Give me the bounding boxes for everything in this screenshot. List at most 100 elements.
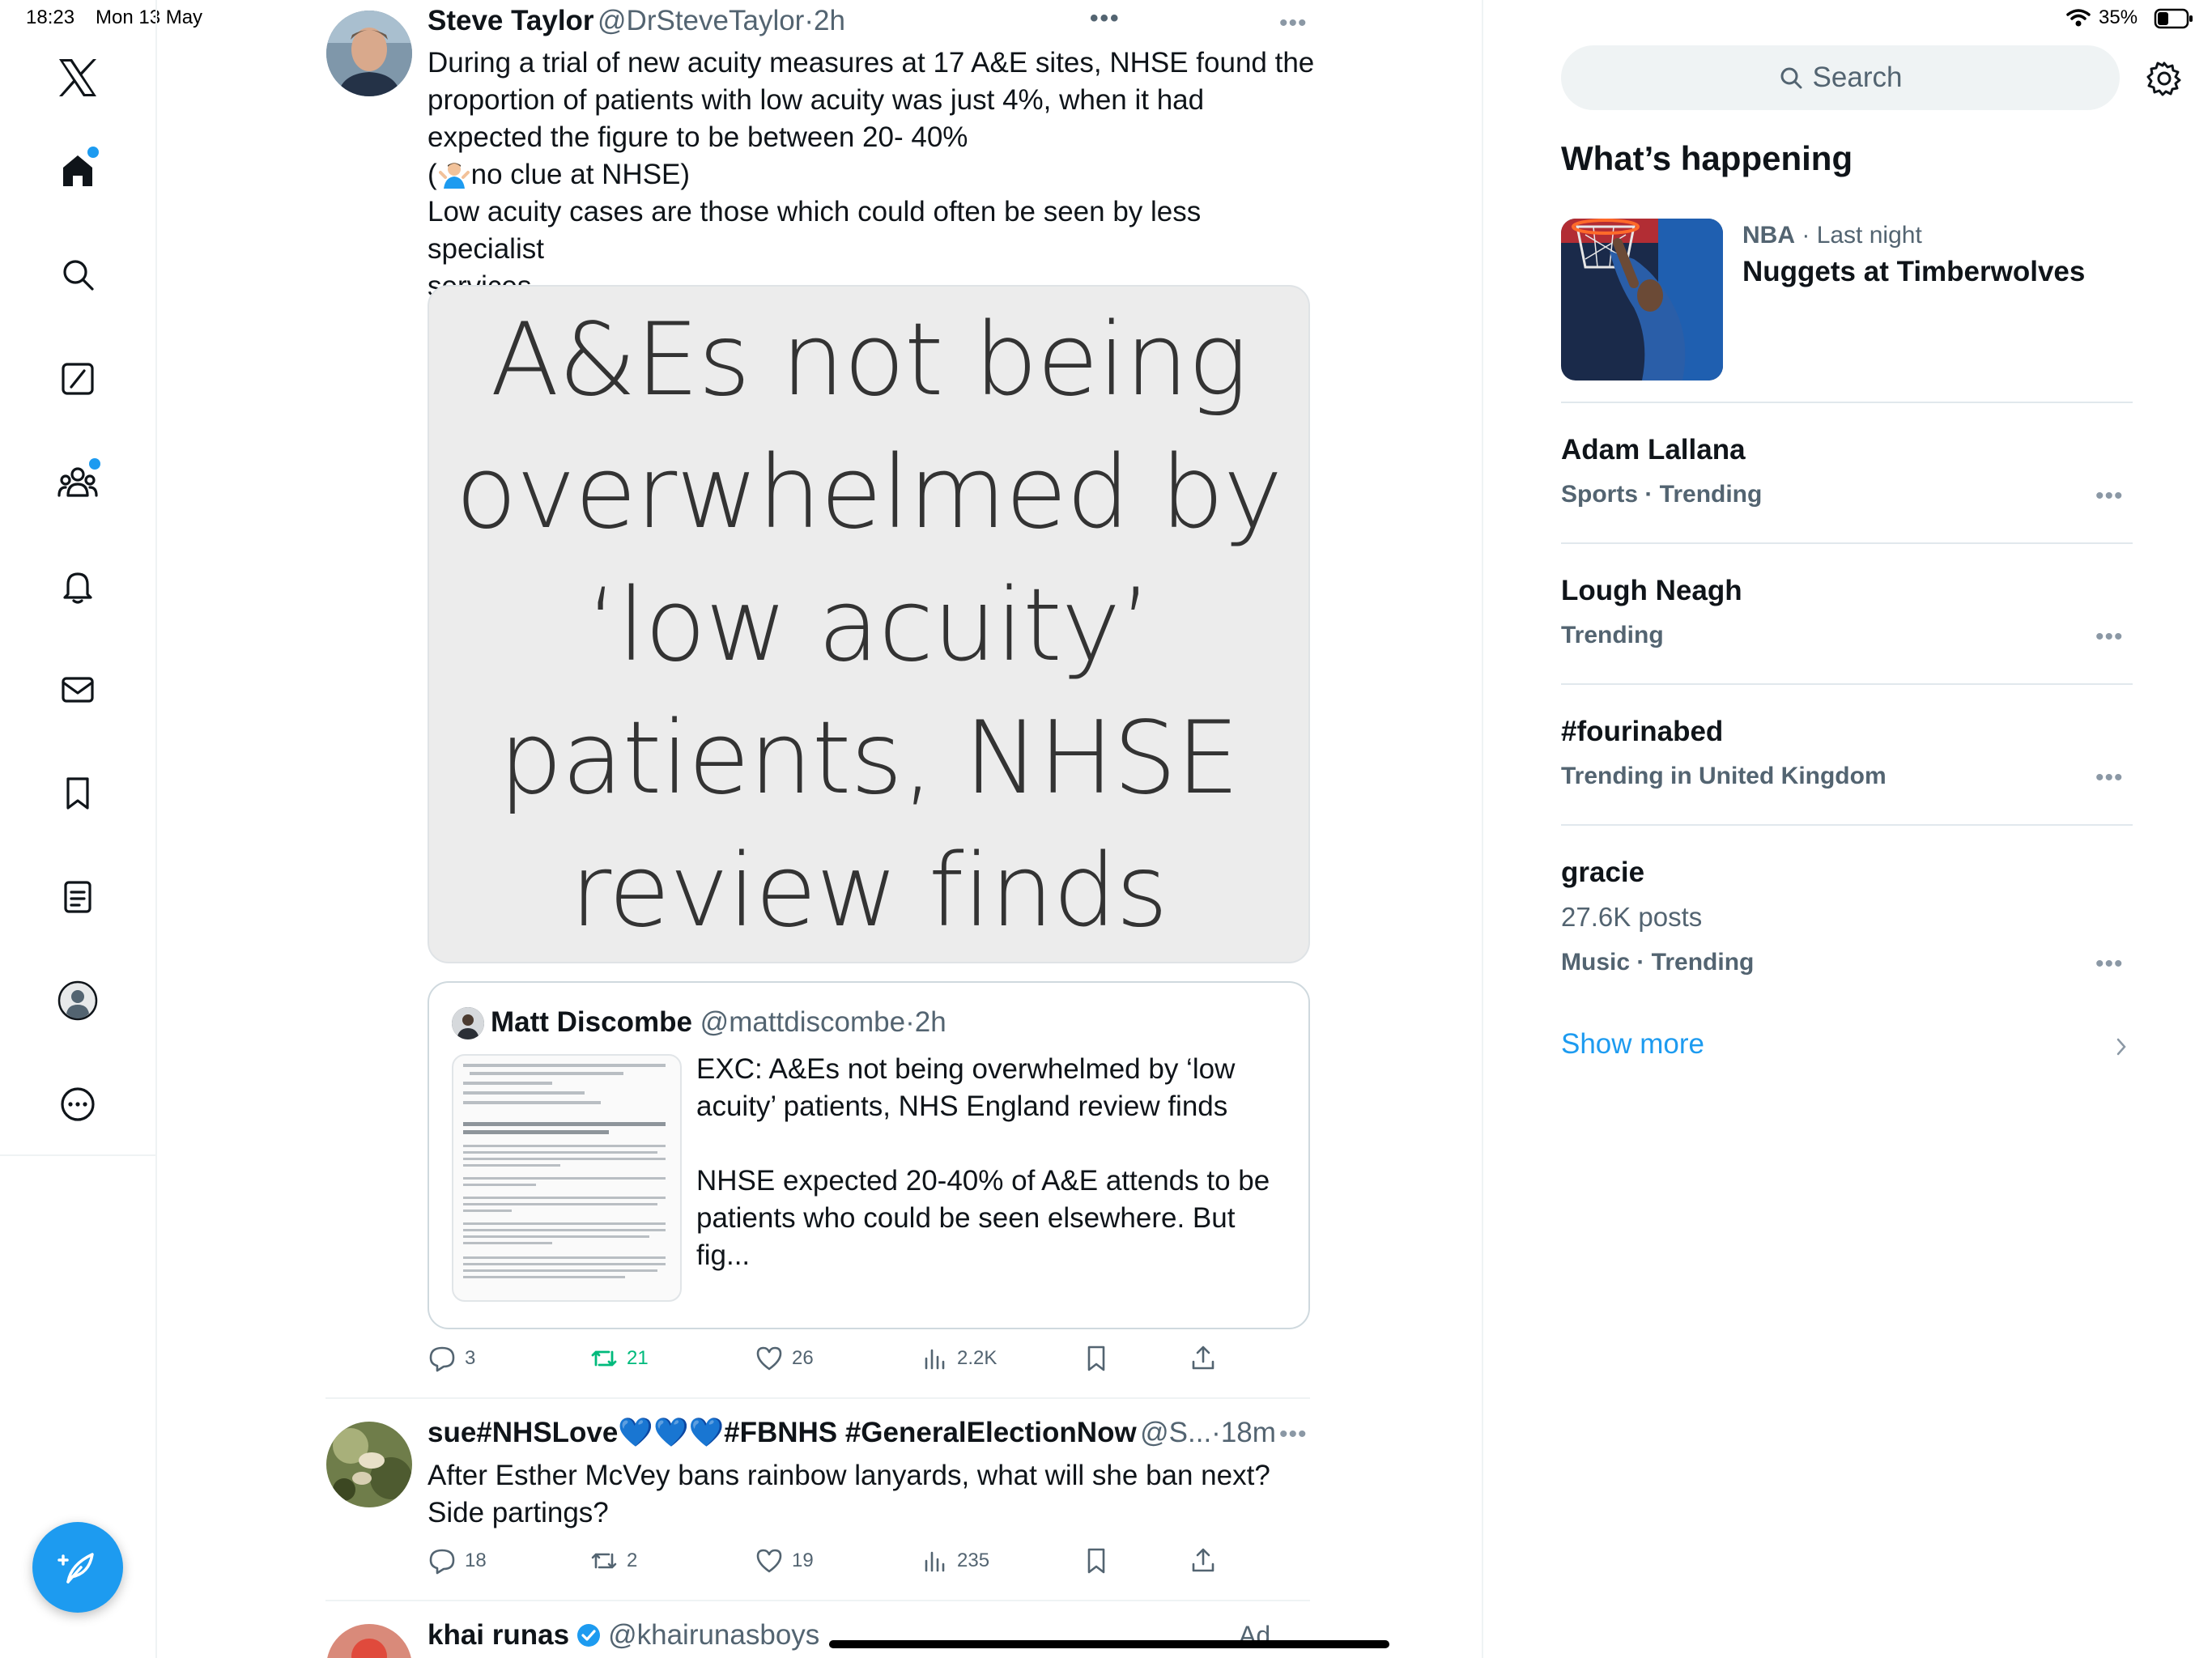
heart-icon <box>755 1546 784 1575</box>
mail-icon <box>58 670 97 709</box>
author-handle[interactable]: @DrSteveTaylor <box>598 5 804 36</box>
like-count: 26 <box>792 1347 814 1369</box>
bookmark-icon <box>1082 1344 1111 1373</box>
trend-more-button[interactable]: ••• <box>2095 950 2124 978</box>
nav-lists[interactable] <box>49 868 107 926</box>
trend-posts: 27.6K posts <box>1561 902 1703 932</box>
retweet-icon <box>589 1344 619 1373</box>
quote-time[interactable]: 2h <box>915 1006 946 1038</box>
trend-item[interactable]: gracie 27.6K posts Music · Trending ••• <box>1561 827 2133 989</box>
author-handle[interactable]: @khairunasboys <box>608 1619 819 1652</box>
sidebar-divider <box>155 0 157 1658</box>
share-icon <box>1189 1546 1218 1575</box>
tweet-media-image[interactable]: A&Es not being overwhelmed by ‘low acuit… <box>428 285 1310 963</box>
trend-title: #fourinabed <box>1561 716 1724 747</box>
author-name[interactable]: Steve Taylor <box>428 5 594 36</box>
trend-meta: Sports · Trending <box>1561 481 1763 508</box>
tweet-line: expected the figure to be between 20- 40… <box>428 121 968 153</box>
trend-more-button[interactable]: ••• <box>2095 483 2124 510</box>
quote-line <box>696 1125 1295 1163</box>
settings-gear-icon[interactable] <box>2146 60 2183 97</box>
media-line: A&Es not being <box>490 302 1249 419</box>
reply-button[interactable]: 18 <box>428 1546 487 1575</box>
search-icon <box>1779 66 1803 90</box>
author-handle[interactable]: @S... <box>1140 1417 1211 1448</box>
home-badge <box>87 147 99 158</box>
nav-notifications[interactable] <box>49 557 107 615</box>
more-circle-icon <box>58 1085 97 1124</box>
retweet-button[interactable]: 2 <box>589 1546 637 1575</box>
quote-author-name[interactable]: Matt Discombe <box>491 1006 692 1038</box>
reply-count: 3 <box>465 1347 476 1369</box>
reply-button[interactable]: 3 <box>428 1344 475 1373</box>
views-chart-icon <box>920 1546 949 1575</box>
avatar[interactable] <box>326 11 412 96</box>
tweet-time[interactable]: 2h <box>814 5 845 36</box>
wifi-icon <box>2066 8 2091 28</box>
nav-messages[interactable] <box>49 661 107 719</box>
views-button[interactable]: 235 <box>920 1546 989 1575</box>
quote-line: NHSE expected 20-40% of A&E attends to b… <box>696 1165 1270 1197</box>
trend-category: NBA <box>1742 222 1795 249</box>
feed-divider <box>1482 0 1483 1658</box>
trend-more-button[interactable]: ••• <box>2095 764 2124 792</box>
bell-icon <box>58 567 97 606</box>
x-logo-icon[interactable] <box>49 49 107 107</box>
search-placeholder: Search <box>1812 62 1903 93</box>
compose-feather-icon <box>57 1546 99 1588</box>
nav-grok[interactable] <box>49 350 107 408</box>
trend-title: Lough Neagh <box>1561 575 1742 606</box>
nav-more[interactable] <box>49 1075 107 1133</box>
share-button[interactable] <box>1189 1546 1218 1575</box>
nav-communities[interactable] <box>49 453 107 512</box>
nav-profile[interactable] <box>49 971 107 1030</box>
author-name[interactable]: sue#NHSLove💙💙💙#FBNHS #GeneralElectionNow <box>428 1417 1137 1448</box>
shrug-emoji-icon <box>438 159 470 190</box>
retweet-button[interactable]: 21 <box>589 1344 649 1373</box>
trend-title[interactable]: Nuggets at Timberwolves <box>1742 256 2085 288</box>
media-line: review finds <box>570 833 1168 950</box>
separator-dot: · <box>1211 1417 1221 1448</box>
tweet-line: During a trial of new acuity measures at… <box>428 47 1315 79</box>
battery-icon <box>2154 8 2194 29</box>
quote-author-handle[interactable]: @mattdiscombe <box>700 1006 905 1038</box>
like-button[interactable]: 26 <box>755 1344 814 1373</box>
nav-home[interactable] <box>49 142 107 200</box>
avatar[interactable] <box>326 1624 412 1658</box>
show-more-link[interactable]: Show more <box>1561 1028 2133 1069</box>
nav-bookmarks[interactable] <box>49 764 107 823</box>
trend-more-button[interactable]: ••• <box>2095 623 2124 651</box>
sidebar-bottom-divider <box>0 1154 155 1156</box>
trend-featured-image[interactable] <box>1561 219 1723 380</box>
search-input[interactable]: Search <box>1561 45 2120 110</box>
like-button[interactable]: 19 <box>755 1546 814 1575</box>
trend-item[interactable]: Adam Lallana Sports · Trending ••• <box>1561 405 2133 542</box>
battery-percent: 35% <box>2099 6 2138 28</box>
tweet-line: Side partings? <box>428 1497 609 1528</box>
author-name[interactable]: khai runas <box>428 1619 569 1652</box>
heart-icon <box>755 1344 784 1373</box>
bookmark-button[interactable] <box>1082 1546 1111 1575</box>
tweet-time[interactable]: 18m <box>1221 1417 1276 1448</box>
tweet-more-button[interactable]: ••• <box>1279 1421 1308 1448</box>
media-line: patients, NHSE <box>499 700 1240 817</box>
trend-title: gracie <box>1561 857 1645 888</box>
nav-explore[interactable] <box>49 245 107 304</box>
views-button[interactable]: 2.2K <box>920 1344 997 1373</box>
quote-text: EXC: A&Es not being overwhelmed by ‘low … <box>696 1051 1295 1274</box>
bookmark-button[interactable] <box>1082 1344 1111 1373</box>
tweet-more-button[interactable]: ••• <box>1279 10 1308 37</box>
bookmark-icon <box>58 774 97 813</box>
top-options-dots[interactable]: ••• <box>1090 5 1121 32</box>
avatar[interactable] <box>326 1422 412 1507</box>
trend-item[interactable]: #fourinabed Trending in United Kingdom •… <box>1561 687 2133 824</box>
tweet-line: Low acuity cases are those which could o… <box>428 196 1202 265</box>
quote-avatar[interactable] <box>452 1007 484 1039</box>
quote-thumbnail-image[interactable] <box>452 1054 682 1302</box>
retweet-icon <box>589 1546 619 1575</box>
trend-divider <box>1561 542 2133 544</box>
share-button[interactable] <box>1189 1344 1218 1373</box>
trend-item[interactable]: Lough Neagh Trending ••• <box>1561 546 2133 683</box>
compose-button[interactable] <box>32 1522 123 1613</box>
verified-badge-icon <box>576 1622 602 1648</box>
